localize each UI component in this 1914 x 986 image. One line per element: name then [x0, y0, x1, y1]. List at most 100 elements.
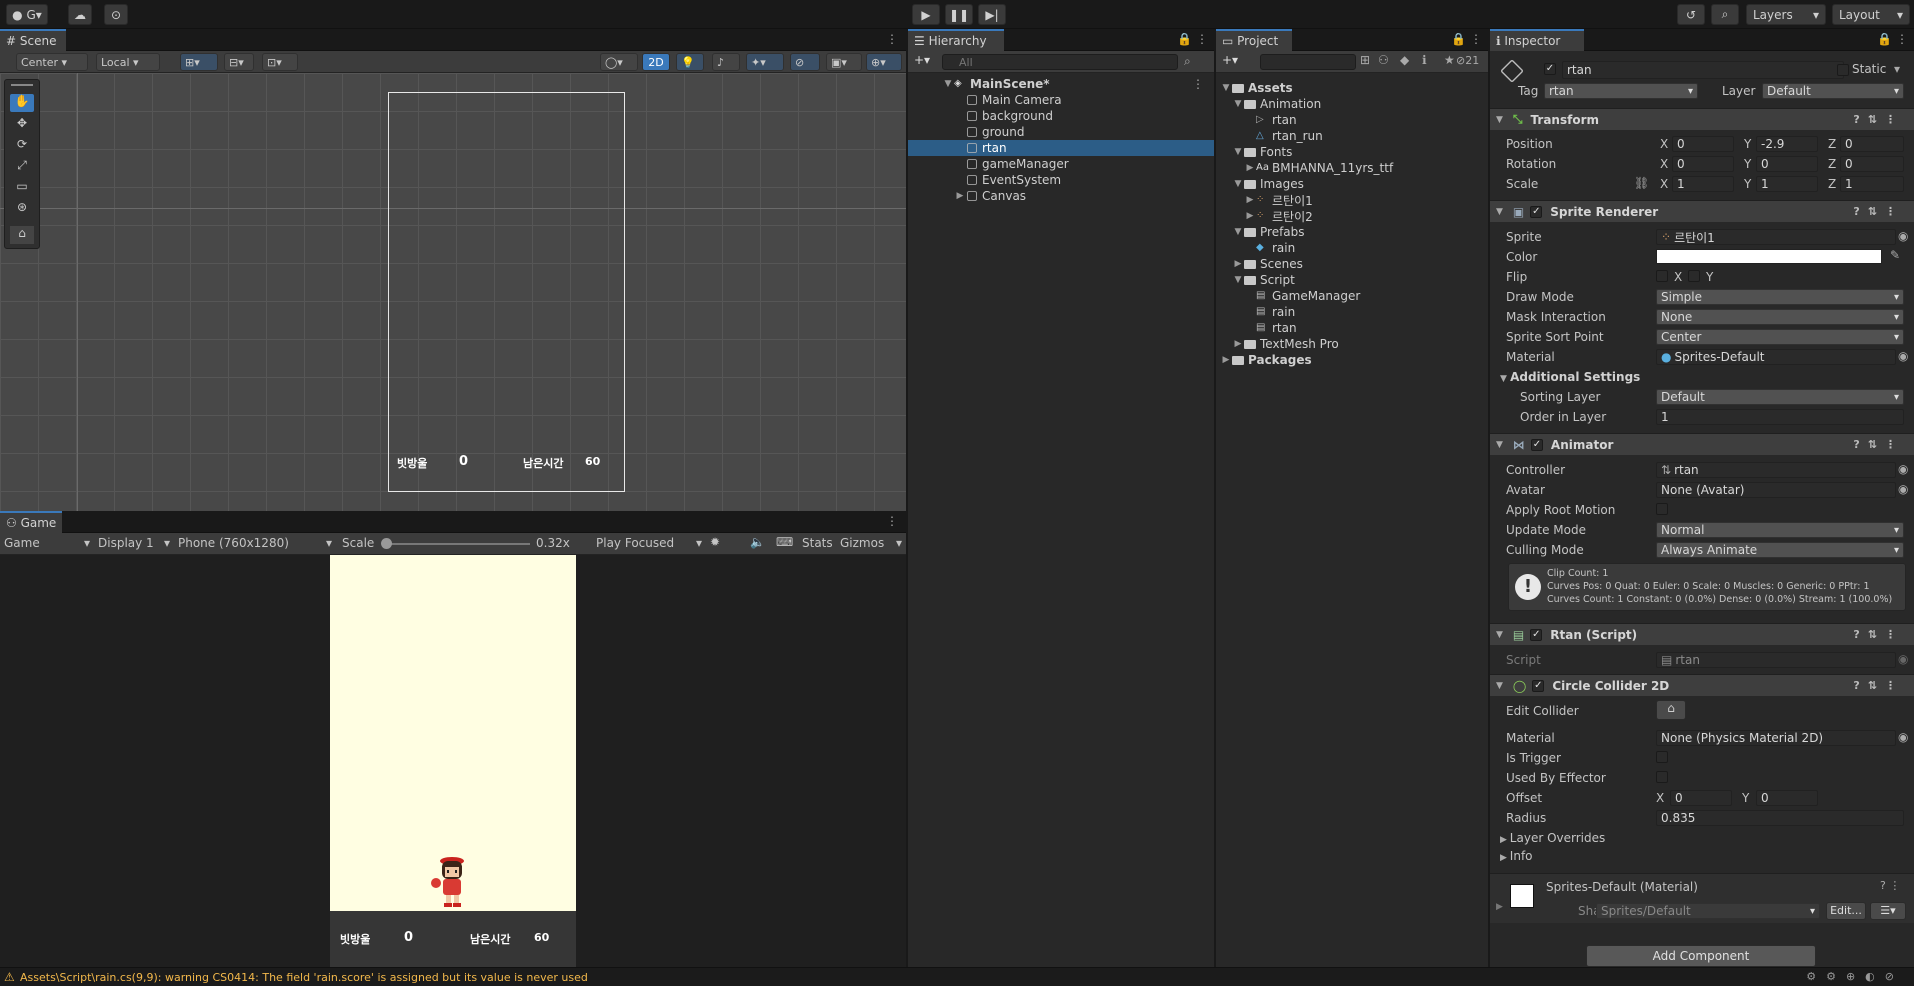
account-button[interactable]: ● G ▾: [6, 4, 48, 25]
scene-root-row[interactable]: ▼ ◈ MainScene* ⋮: [908, 76, 1214, 92]
gizmos-button[interactable]: ⊕▾: [866, 53, 902, 71]
object-picker-icon[interactable]: ◉: [1898, 730, 1908, 744]
hierarchy-item[interactable]: ground: [908, 124, 1214, 140]
lighting-icon[interactable]: 💡: [676, 53, 704, 71]
sprite-renderer-header[interactable]: ▼ ▣ ✓ Sprite Renderer ?⇅⋮: [1490, 200, 1914, 222]
scene-menu-icon[interactable]: ⋮: [1192, 77, 1204, 91]
object-picker-icon[interactable]: ◉: [1898, 482, 1908, 496]
position-z[interactable]: 0: [1840, 136, 1904, 152]
tag-icon[interactable]: ◆: [1400, 53, 1409, 67]
scale-slider[interactable]: [381, 538, 530, 549]
layout-dropdown[interactable]: Layout ▾: [1832, 4, 1910, 25]
camera-button[interactable]: ▣▾: [826, 53, 862, 71]
effects-button[interactable]: ✦▾: [746, 53, 784, 71]
project-search-input[interactable]: [1260, 54, 1356, 70]
component-header-icons[interactable]: ?⇅⋮: [1853, 205, 1904, 218]
animator-checkbox[interactable]: ✓: [1530, 438, 1543, 451]
tab-project[interactable]: ▭ Project: [1216, 29, 1292, 51]
scale-y[interactable]: 1: [1756, 176, 1818, 192]
scale-x[interactable]: 1: [1672, 176, 1734, 192]
position-x[interactable]: 0: [1672, 136, 1734, 152]
component-header-icons[interactable]: ?⇅⋮: [1853, 679, 1904, 692]
collab-icon[interactable]: ⊙: [104, 4, 128, 25]
position-y[interactable]: -2.9: [1756, 136, 1818, 152]
gizmos-dropdown[interactable]: Gizmos ▾: [840, 536, 902, 550]
animator-header[interactable]: ▼ ⋈ ✓ Animator ?⇅⋮: [1490, 433, 1914, 455]
project-folder[interactable]: ▼ Script: [1216, 272, 1488, 288]
scale-z[interactable]: 1: [1840, 176, 1904, 192]
search-icon[interactable]: ⌕: [1711, 4, 1739, 25]
hierarchy-item[interactable]: EventSystem: [908, 172, 1214, 188]
scene-menu-icon[interactable]: ⋮: [886, 32, 898, 46]
project-folder[interactable]: ▼ Fonts: [1216, 144, 1488, 160]
project-asset[interactable]: ▶ Aa BMHANNA_11yrs_ttf: [1216, 160, 1488, 176]
increment-snap-button[interactable]: ⊟▾: [224, 53, 254, 71]
star-icon[interactable]: ★: [1444, 53, 1455, 67]
rect-tool-icon[interactable]: ▭: [10, 179, 34, 197]
scale-tool-icon[interactable]: ⤢: [10, 158, 34, 176]
update-mode-dropdown[interactable]: Normal: [1656, 522, 1904, 538]
rotation-x[interactable]: 0: [1672, 156, 1734, 172]
eyedropper-icon[interactable]: ✎: [1890, 248, 1900, 262]
add-icon[interactable]: +▾: [1222, 53, 1238, 67]
project-asset[interactable]: ▷ rtan: [1216, 112, 1488, 128]
material-field[interactable]: ● Sprites-Default: [1656, 349, 1896, 365]
collider-header[interactable]: ▼ ◯ ✓ Circle Collider 2D ?⇅⋮: [1490, 674, 1914, 696]
play-mode-dropdown[interactable]: Play Focused ▾: [596, 536, 702, 550]
project-folder[interactable]: ▶ Scenes: [1216, 256, 1488, 272]
used-by-effector-checkbox[interactable]: [1656, 771, 1668, 783]
collider-checkbox[interactable]: ✓: [1532, 679, 1545, 692]
mask-interaction-dropdown[interactable]: None: [1656, 309, 1904, 325]
grid-button[interactable]: ⊡▾: [262, 53, 298, 71]
shader-dropdown[interactable]: Sprites/Default: [1596, 903, 1820, 919]
search-by-label-icon[interactable]: ⚇: [1378, 53, 1389, 67]
hierarchy-item-selected[interactable]: rtan: [908, 140, 1214, 156]
script-checkbox[interactable]: ✓: [1530, 628, 1543, 641]
additional-settings-foldout[interactable]: ▼ Additional Settings: [1500, 370, 1640, 384]
offset-y[interactable]: 0: [1756, 790, 1818, 806]
object-picker-icon[interactable]: ◉: [1898, 229, 1908, 243]
object-picker-icon[interactable]: ◉: [1898, 349, 1908, 363]
color-swatch[interactable]: [1656, 249, 1882, 264]
edit-collider-button[interactable]: ⌂: [1656, 700, 1686, 720]
lock-icon[interactable]: 🔒: [1877, 32, 1892, 46]
audio-icon[interactable]: ♪: [712, 53, 740, 71]
object-picker-icon[interactable]: ◉: [1898, 462, 1908, 476]
hierarchy-item[interactable]: background: [908, 108, 1214, 124]
hierarchy-item[interactable]: ▶ Canvas: [908, 188, 1214, 204]
info-foldout[interactable]: ▶ Info: [1500, 849, 1533, 863]
hierarchy-menu-icon[interactable]: ⋮: [1196, 32, 1208, 46]
game-menu-icon[interactable]: ⋮: [886, 514, 898, 528]
pivot-dropdown[interactable]: Center ▾: [16, 53, 88, 71]
tab-hierarchy[interactable]: ☰ Hierarchy: [908, 29, 1004, 51]
space-dropdown[interactable]: Local ▾: [96, 53, 160, 71]
project-asset[interactable]: ▶ ⁘ 르탄이2: [1216, 208, 1488, 224]
project-asset[interactable]: ▤ rtan: [1216, 320, 1488, 336]
layers-dropdown[interactable]: Layers ▾: [1746, 4, 1826, 25]
hidden-count[interactable]: ⊘21: [1456, 54, 1479, 67]
material-header-icons[interactable]: ? ⋮: [1880, 879, 1900, 892]
tab-game[interactable]: ⚇ Game: [0, 511, 62, 533]
search-by-type-icon[interactable]: ⊞: [1360, 53, 1370, 67]
hand-tool-icon[interactable]: ✋: [10, 94, 34, 112]
project-folder[interactable]: ▼ Prefabs: [1216, 224, 1488, 240]
is-trigger-checkbox[interactable]: [1656, 751, 1668, 763]
play-button[interactable]: ▶: [912, 4, 940, 25]
culling-mode-dropdown[interactable]: Always Animate: [1656, 542, 1904, 558]
inspector-menu-icon[interactable]: ⋮: [1896, 32, 1908, 46]
gameobject-icon[interactable]: [1500, 59, 1524, 83]
history-icon[interactable]: ↺: [1677, 4, 1705, 25]
layer-dropdown[interactable]: Default: [1762, 83, 1904, 99]
shader-options-button[interactable]: ☰▾: [1870, 902, 1906, 920]
palette-handle[interactable]: [11, 84, 33, 86]
sorting-layer-dropdown[interactable]: Default: [1656, 389, 1904, 405]
hierarchy-search-input[interactable]: [942, 54, 1178, 70]
project-folder[interactable]: ▼ Images: [1216, 176, 1488, 192]
project-asset[interactable]: ▤ rain: [1216, 304, 1488, 320]
material-foldout-arrow[interactable]: ▶: [1496, 902, 1503, 912]
project-asset[interactable]: ▤ GameManager: [1216, 288, 1488, 304]
edit-shader-button[interactable]: Edit...: [1826, 902, 1866, 920]
transform-header[interactable]: ▼ ⤡ Transform ?⇅⋮: [1490, 108, 1914, 130]
rotation-y[interactable]: 0: [1756, 156, 1818, 172]
project-menu-icon[interactable]: ⋮: [1470, 32, 1482, 46]
